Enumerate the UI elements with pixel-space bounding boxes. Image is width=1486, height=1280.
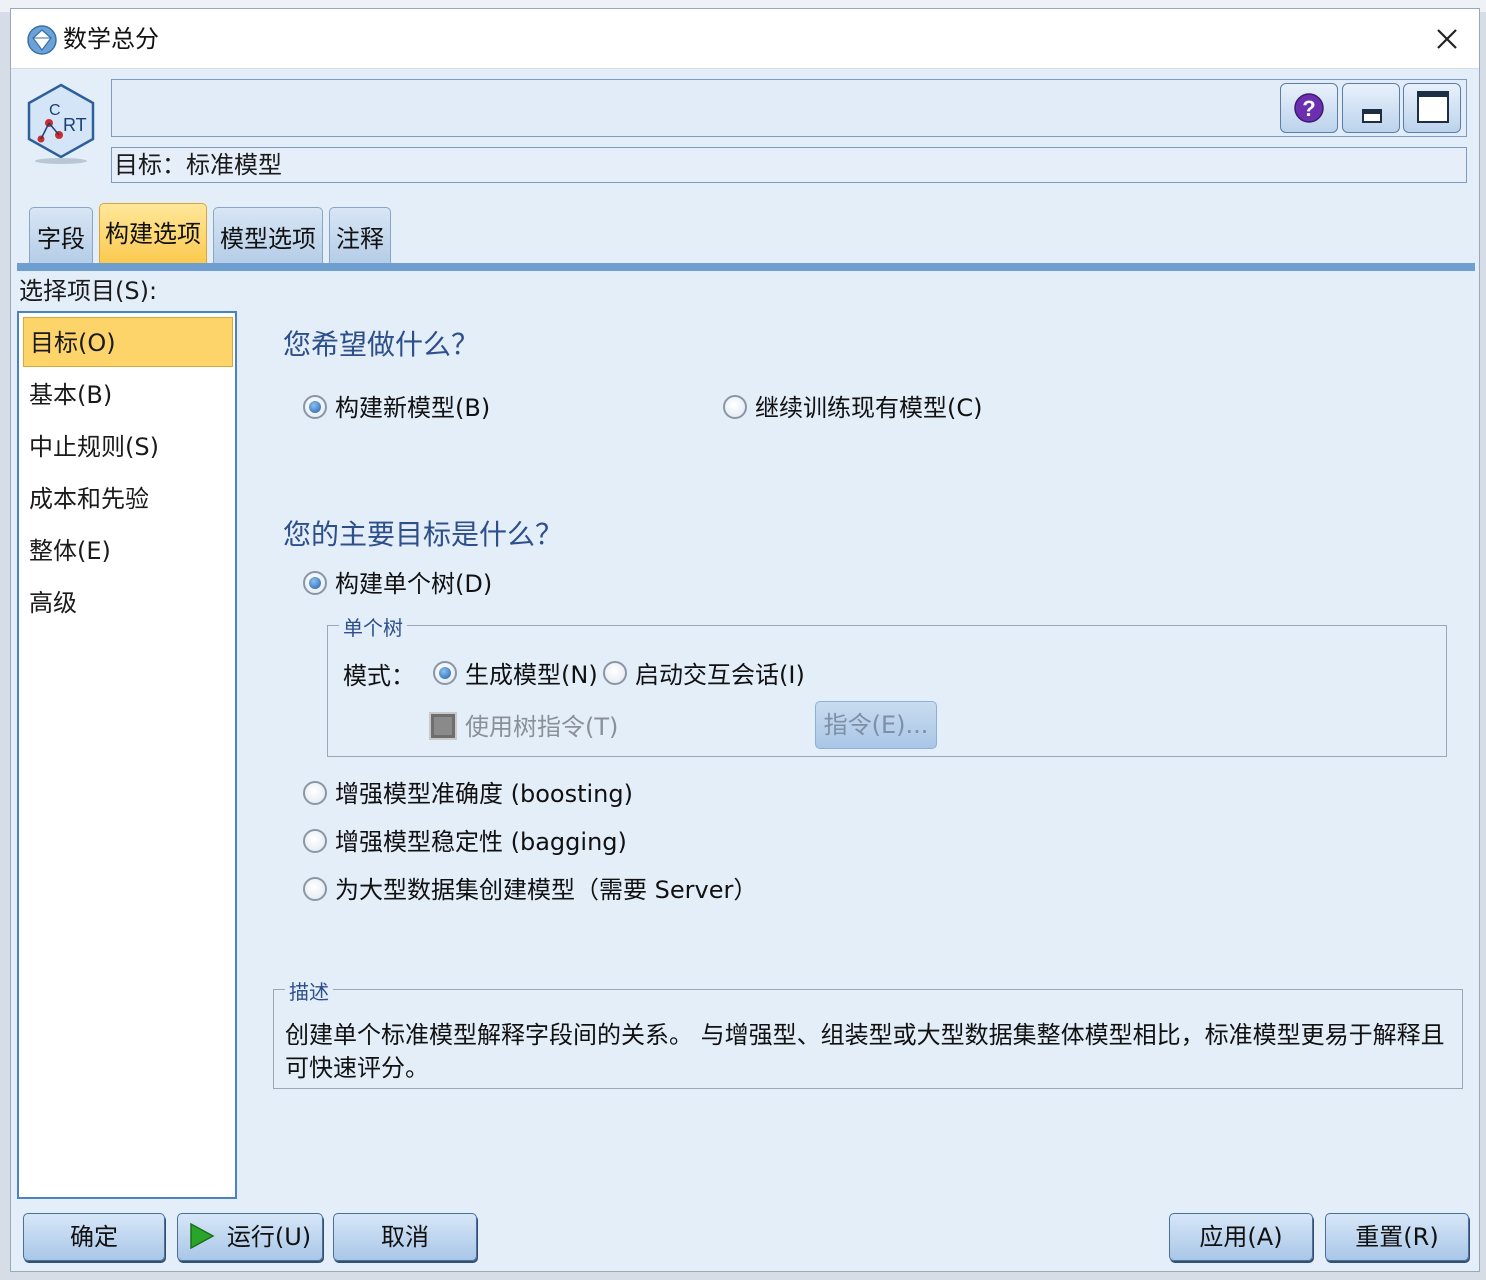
tab-annotations[interactable]: 注释 xyxy=(329,207,391,263)
title-bar: 数学总分 xyxy=(11,9,1479,69)
apply-button[interactable]: 应用(A) xyxy=(1169,1213,1313,1261)
boosting-radio[interactable] xyxy=(303,781,327,805)
tab-fields[interactable]: 字段 xyxy=(29,207,93,263)
maximize-icon xyxy=(1417,91,1449,123)
svg-text:RT: RT xyxy=(63,115,87,135)
use-tree-directives-label: 使用树指令(T) xyxy=(465,713,619,741)
large-dataset-label[interactable]: 为大型数据集创建模型（需要 Server） xyxy=(335,873,757,907)
list-item-basics[interactable]: 基本(B) xyxy=(23,370,233,420)
tab-build-options[interactable]: 构建选项 xyxy=(99,203,207,265)
tab-divider xyxy=(17,263,1475,271)
run-button-label: 运行(U) xyxy=(226,1223,312,1251)
list-item-costs-priors[interactable]: 成本和先验 xyxy=(23,474,233,524)
help-button[interactable]: ? xyxy=(1280,83,1338,133)
single-tree-label[interactable]: 构建单个树(D) xyxy=(335,567,492,601)
svg-text:C: C xyxy=(49,102,61,119)
help-icon: ? xyxy=(1294,93,1324,123)
continue-training-radio[interactable] xyxy=(723,395,747,419)
select-items-label: 选择项目(S): xyxy=(19,277,158,305)
generate-model-label[interactable]: 生成模型(N) xyxy=(465,658,598,692)
node-header: C RT ? 目标：标准模型 xyxy=(11,69,1479,209)
crt-node-icon: C RT xyxy=(27,83,95,164)
description-text: 创建单个标准模型解释字段间的关系。 与增强型、组装型或大型数据集整体模型相比，标… xyxy=(285,1021,1445,1082)
interactive-session-radio[interactable] xyxy=(603,661,627,685)
target-label: 目标：标准模型 xyxy=(111,147,1467,183)
list-item-stopping-rules[interactable]: 中止规则(S) xyxy=(23,422,233,472)
bagging-radio[interactable] xyxy=(303,829,327,853)
maximize-button[interactable] xyxy=(1403,83,1461,133)
bagging-label[interactable]: 增强模型稳定性 (bagging) xyxy=(335,825,627,859)
boosting-label[interactable]: 增强模型准确度 (boosting) xyxy=(335,777,633,811)
use-tree-directives-checkbox[interactable] xyxy=(429,712,457,740)
continue-training-label[interactable]: 继续训练现有模型(C) xyxy=(755,391,982,425)
reset-button[interactable]: 重置(R) xyxy=(1325,1213,1469,1261)
minimize-icon xyxy=(1362,109,1382,123)
window-title: 数学总分 xyxy=(63,25,159,53)
node-dialog-window: 数学总分 C RT ? 目标：标准模型 字段 构建选项 模型选项 注释 选择项目… xyxy=(10,8,1480,1272)
run-button[interactable]: 运行(U) xyxy=(177,1213,323,1261)
cancel-button[interactable]: 取消 xyxy=(333,1213,477,1261)
single-tree-legend: 单个树 xyxy=(339,615,407,641)
node-name-field[interactable]: ? xyxy=(111,79,1467,137)
minimize-button[interactable] xyxy=(1342,83,1400,133)
interactive-session-label[interactable]: 启动交互会话(I) xyxy=(635,658,805,692)
tab-model-options[interactable]: 模型选项 xyxy=(213,207,323,263)
main-goal-heading: 您的主要目标是什么？ xyxy=(283,518,564,551)
app-diamond-icon xyxy=(27,25,57,55)
build-new-radio[interactable] xyxy=(303,395,327,419)
build-new-label[interactable]: 构建新模型(B) xyxy=(335,391,490,425)
svg-text:?: ? xyxy=(1302,96,1315,121)
run-play-icon xyxy=(190,1222,215,1250)
what-to-do-heading: 您希望做什么？ xyxy=(283,328,480,361)
directives-button[interactable]: 指令(E)... xyxy=(815,701,937,749)
list-item-objective[interactable]: 目标(O) xyxy=(23,317,233,367)
close-icon[interactable] xyxy=(1429,21,1465,57)
description-legend: 描述 xyxy=(285,979,333,1005)
list-item-ensembles[interactable]: 整体(E) xyxy=(23,526,233,576)
ok-button[interactable]: 确定 xyxy=(23,1213,165,1261)
mode-label: 模式： xyxy=(343,662,415,690)
generate-model-radio[interactable] xyxy=(433,661,457,685)
large-dataset-radio[interactable] xyxy=(303,877,327,901)
single-tree-radio[interactable] xyxy=(303,571,327,595)
list-item-advanced[interactable]: 高级 xyxy=(23,578,233,628)
select-items-list[interactable]: 目标(O) 基本(B) 中止规则(S) 成本和先验 整体(E) 高级 xyxy=(17,311,237,1199)
